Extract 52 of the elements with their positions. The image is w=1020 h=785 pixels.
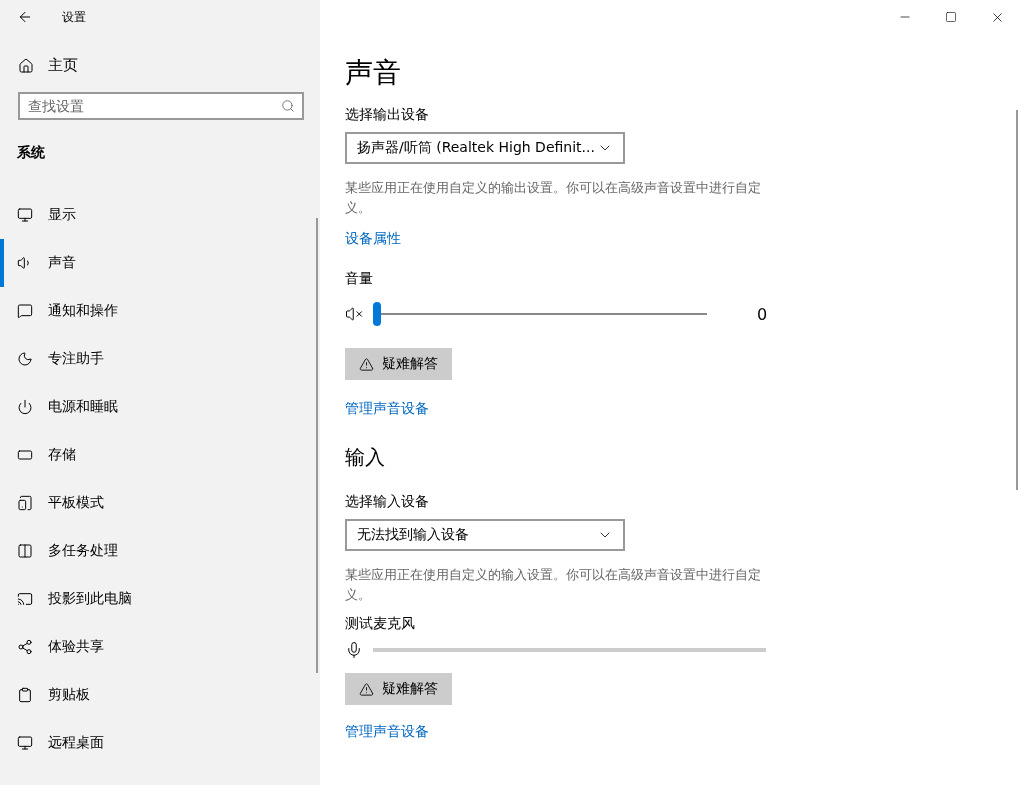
monitor-icon: [17, 207, 33, 223]
muted-speaker-icon: [345, 305, 363, 323]
input-device-dropdown[interactable]: 无法找到输入设备: [345, 519, 625, 551]
tablet-icon: [17, 495, 33, 511]
nav-item[interactable]: 平板模式: [0, 479, 320, 527]
section-heading: 输入: [345, 444, 385, 471]
home-link[interactable]: 主页: [18, 56, 78, 75]
warning-icon: [359, 681, 374, 697]
power-icon: [17, 399, 33, 415]
nav-item[interactable]: 存储: [0, 431, 320, 479]
field-label: 选择输出设备: [345, 106, 429, 124]
field-label: 选择输入设备: [345, 493, 429, 511]
nav-item[interactable]: 远程桌面: [0, 719, 320, 767]
manage-devices-link[interactable]: 管理声音设备: [345, 400, 429, 418]
description-text: 某些应用正在使用自定义的输出设置。你可以在高级声音设置中进行自定义。: [345, 179, 762, 217]
device-properties-link[interactable]: 设备属性: [345, 230, 401, 248]
field-label: 音量: [345, 270, 373, 288]
search-field[interactable]: 查找设置: [18, 92, 304, 120]
maximize-icon: [945, 11, 957, 23]
nav-item[interactable]: 投影到此电脑: [0, 575, 320, 623]
troubleshoot-button[interactable]: 疑难解答: [345, 348, 452, 380]
nav-item[interactable]: 通知和操作: [0, 287, 320, 335]
search-icon: [281, 99, 295, 113]
troubleshoot-button[interactable]: 疑难解答: [345, 673, 452, 705]
speech-bubble-icon: [17, 303, 33, 319]
columns-icon: [17, 543, 33, 559]
share-icon: [17, 639, 33, 655]
monitor-icon: [17, 735, 33, 751]
back-arrow-icon: [17, 9, 33, 25]
slider-thumb[interactable]: [373, 302, 381, 326]
nav-item[interactable]: 剪贴板: [0, 671, 320, 719]
description-text: 某些应用正在使用自定义的输入设置。你可以在高级声音设置中进行自定义。: [345, 566, 762, 604]
nav-item[interactable]: 体验共享: [0, 623, 320, 671]
page-title: 声音: [345, 55, 401, 91]
nav-item[interactable]: 显示: [0, 191, 320, 239]
manage-devices-link[interactable]: 管理声音设备: [345, 723, 429, 741]
nav-item[interactable]: 多任务处理: [0, 527, 320, 575]
output-device-dropdown[interactable]: 扬声器/听筒 (Realtek High Definit...: [345, 132, 625, 164]
microphone-icon: [345, 641, 363, 659]
window-title: 设置: [62, 8, 86, 26]
nav-item[interactable]: 专注助手: [0, 335, 320, 383]
volume-slider[interactable]: [373, 302, 707, 326]
section-heading: 系统: [17, 144, 46, 162]
moon-icon: [17, 351, 33, 367]
cast-icon: [17, 591, 33, 607]
clipboard-icon: [17, 687, 33, 703]
home-icon: [18, 57, 34, 74]
nav-item[interactable]: 电源和睡眠: [0, 383, 320, 431]
warning-icon: [359, 356, 374, 372]
volume-value: 0: [757, 304, 768, 324]
field-label: 测试麦克风: [345, 615, 415, 633]
drive-icon: [17, 447, 33, 463]
